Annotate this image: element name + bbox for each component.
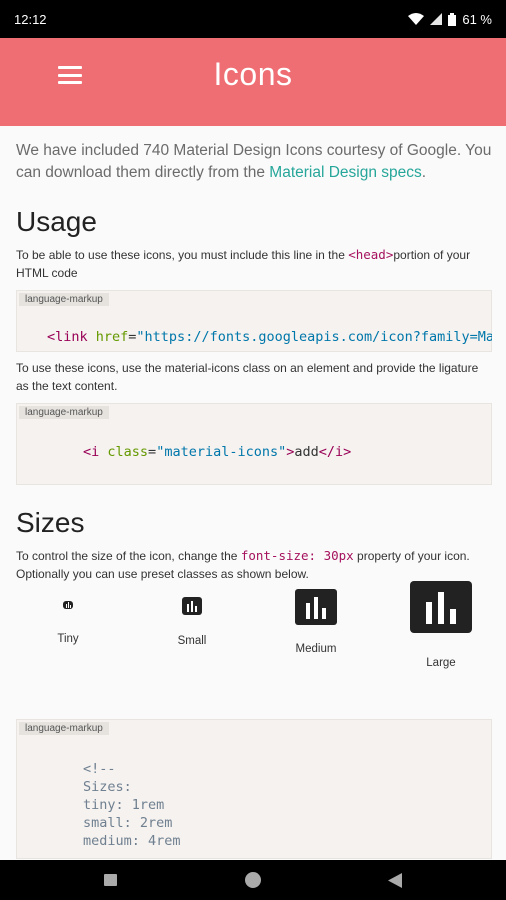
- code-val: "https://fonts.googleapis.com/icon?famil…: [136, 329, 492, 345]
- code-line: small: 2rem: [83, 815, 173, 831]
- size-large: Large: [406, 581, 476, 669]
- code-block-link: language-markup <link href="https://font…: [16, 290, 492, 352]
- size-label: Tiny: [57, 633, 79, 645]
- size-small: Small: [162, 597, 222, 647]
- code-label: language-markup: [19, 722, 109, 735]
- navigation-bar: [0, 860, 506, 900]
- code-attr: href: [87, 329, 129, 345]
- code-line: <link href="https://fonts.googleapis.com…: [47, 329, 492, 345]
- code-tag: <i: [83, 444, 100, 460]
- code-eq: =: [148, 444, 157, 460]
- insert-chart-icon: [295, 589, 337, 625]
- main-content[interactable]: We have included 740 Material Design Ico…: [16, 126, 492, 860]
- intro-text: We have included 740 Material Design Ico…: [16, 140, 492, 184]
- sizes-paragraph: To control the size of the icon, change …: [16, 547, 492, 583]
- home-icon[interactable]: [245, 872, 261, 888]
- code-attr: class: [99, 444, 149, 460]
- signal-icon: [430, 13, 443, 25]
- size-label: Small: [177, 635, 207, 647]
- code-val: "material-icons": [156, 444, 287, 460]
- code-tag: <link: [47, 329, 88, 345]
- sizes-heading: Sizes: [16, 507, 85, 538]
- code-line: medium: 4rem: [83, 833, 181, 849]
- code-lines: <!-- Sizes: tiny: 1rem small: 2rem mediu…: [83, 760, 181, 850]
- font-size-code: font-size: 30px: [240, 548, 354, 563]
- app-bar: Icons: [0, 38, 506, 126]
- sizes-row: Tiny Small Medium Large: [16, 581, 492, 709]
- back-icon[interactable]: [388, 873, 402, 888]
- code-line: Sizes:: [83, 779, 132, 795]
- code-line: <i class="material-icons">add</i>: [83, 444, 351, 460]
- usage-p1-text: To be able to use these icons, you must …: [16, 248, 349, 262]
- recents-icon[interactable]: [104, 874, 117, 886]
- page-title: Icons: [213, 56, 293, 92]
- usage-paragraph-2: To use these icons, use the material-ico…: [16, 361, 479, 393]
- status-bar: 12:12 61 %: [0, 0, 506, 38]
- code-label: language-markup: [19, 406, 109, 419]
- intro-end: .: [421, 164, 427, 181]
- size-medium: Medium: [284, 589, 348, 655]
- code-text: add: [294, 444, 319, 460]
- material-design-specs-link[interactable]: Material Design specs: [269, 164, 421, 181]
- insert-chart-icon: [63, 601, 73, 609]
- usage-paragraph-1: To be able to use these icons, you must …: [16, 246, 492, 282]
- status-icons: 61 %: [408, 12, 492, 27]
- code-block-icon: language-markup <i class="material-icons…: [16, 403, 492, 485]
- sizes-p-text: To control the size of the icon, change …: [16, 549, 241, 563]
- wifi-icon: [408, 13, 425, 25]
- code-end: >: [343, 444, 352, 460]
- insert-chart-icon: [410, 581, 472, 633]
- code-close-tag: </i: [318, 444, 344, 460]
- battery-percent: 61 %: [462, 11, 492, 27]
- head-code: <head>: [348, 247, 394, 262]
- size-tiny: Tiny: [38, 601, 98, 645]
- usage-heading: Usage: [16, 206, 97, 237]
- code-block-sizes: language-markup <!-- Sizes: tiny: 1rem s…: [16, 719, 492, 859]
- battery-icon: [448, 12, 457, 26]
- code-line: tiny: 1rem: [83, 797, 165, 813]
- code-label: language-markup: [19, 293, 109, 306]
- code-line: <!--: [83, 761, 116, 777]
- status-time: 12:12: [14, 11, 47, 27]
- size-label: Medium: [295, 643, 337, 655]
- size-label: Large: [426, 657, 456, 669]
- insert-chart-icon: [182, 597, 202, 615]
